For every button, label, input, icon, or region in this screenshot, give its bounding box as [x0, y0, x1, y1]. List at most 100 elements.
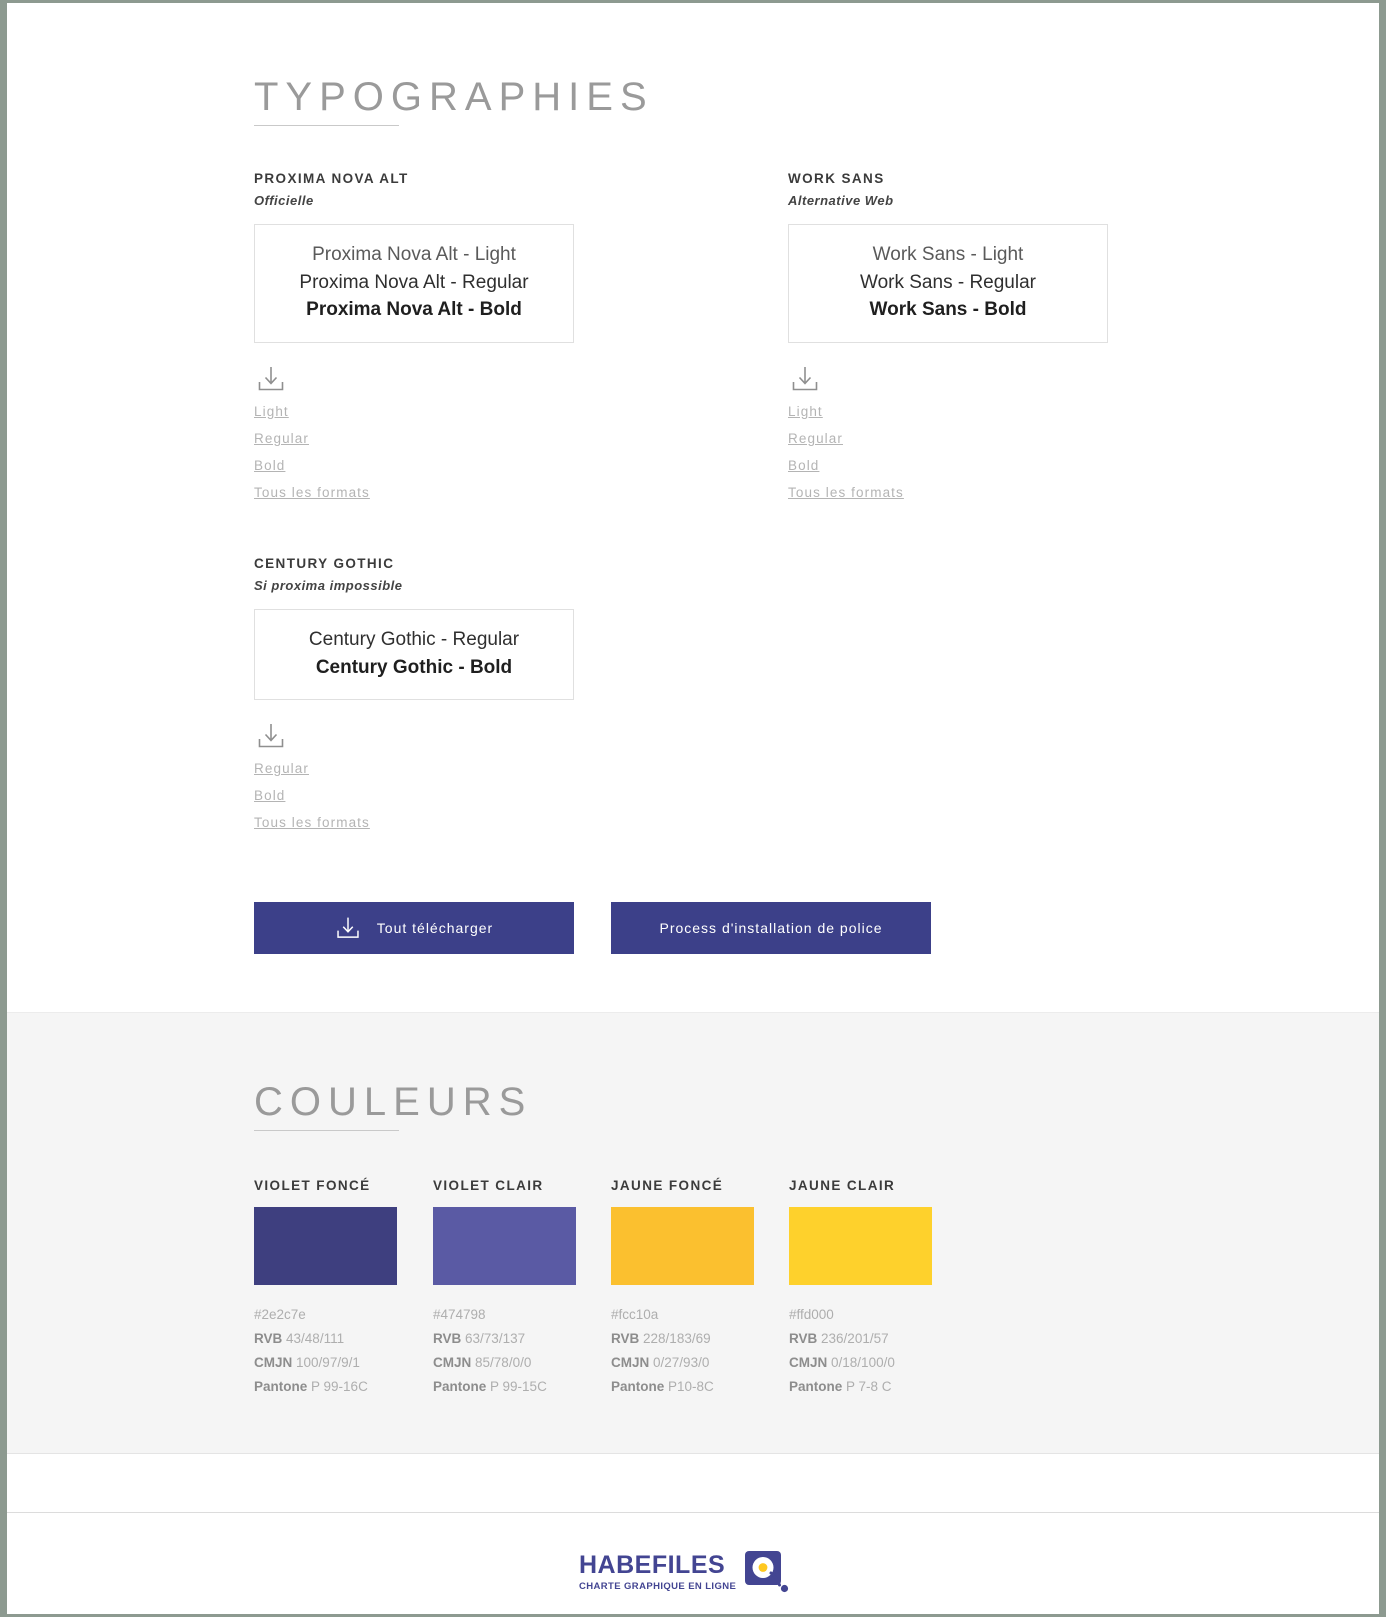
color-hex: #2e2c7e	[254, 1307, 306, 1322]
specimen-line-light: Proxima Nova Alt - Light	[312, 244, 516, 265]
download-link-light[interactable]: Light	[788, 404, 823, 419]
color-rvb-label: RVB	[789, 1331, 818, 1346]
color-swatch-violet-fonce: VIOLET FONCÉ #2e2c7e RVB 43/48/111 CMJN …	[254, 1178, 429, 1403]
color-meta-list: #ffd000 RVB 236/201/57 CMJN 0/18/100/0 P…	[789, 1307, 964, 1394]
habefiles-logo-mark-icon	[745, 1551, 789, 1593]
color-name: VIOLET FONCÉ	[254, 1178, 371, 1193]
logo-word: HABEFILES	[579, 1550, 726, 1579]
font-name: WORK SANS	[788, 171, 885, 186]
font-name: CENTURY GOTHIC	[254, 556, 395, 571]
color-pantone-label: Pantone	[433, 1379, 487, 1394]
color-cmjn-label: CMJN	[611, 1355, 650, 1370]
download-icon[interactable]	[256, 722, 286, 750]
color-meta-list: #474798 RVB 63/73/137 CMJN 85/78/0/0 Pan…	[433, 1307, 608, 1394]
download-all-button[interactable]: Tout télécharger	[254, 902, 574, 954]
color-rvb-value: 63/73/137	[465, 1331, 526, 1346]
font-block-century-gothic: CENTURY GOTHIC Si proxima impossible Cen…	[254, 556, 574, 841]
color-chip	[254, 1207, 397, 1285]
download-links-list: Light Regular Bold Tous les formats	[254, 403, 574, 502]
font-block-work-sans: WORK SANS Alternative Web Work Sans - Li…	[788, 171, 1108, 511]
specimen-line-regular: Proxima Nova Alt - Regular	[299, 271, 529, 293]
download-link-bold[interactable]: Bold	[254, 458, 285, 473]
footer-divider	[7, 1512, 1379, 1513]
color-chip	[433, 1207, 576, 1285]
specimen-line-light: Work Sans - Light	[872, 244, 1024, 265]
color-cmjn-value: 0/18/100/0	[831, 1355, 895, 1370]
color-chip	[789, 1207, 932, 1285]
color-pantone-value: P 7-8 C	[846, 1379, 892, 1394]
logo-tagline: CHARTE GRAPHIQUE EN LIGNE	[579, 1580, 737, 1592]
color-name: JAUNE FONCÉ	[611, 1178, 724, 1193]
color-rvb-label: RVB	[254, 1331, 283, 1346]
color-cmjn-label: CMJN	[254, 1355, 293, 1370]
color-pantone-value: P10-8C	[668, 1379, 714, 1394]
color-chip	[611, 1207, 754, 1285]
font-subtitle: Alternative Web	[788, 193, 894, 208]
typographies-section: TYPOGRAPHIES PROXIMA NOVA ALT Officielle…	[7, 3, 1379, 1012]
color-rvb-label: RVB	[611, 1331, 640, 1346]
color-cmjn-label: CMJN	[789, 1355, 828, 1370]
color-rvb-value: 236/201/57	[821, 1331, 889, 1346]
color-hex: #ffd000	[789, 1307, 834, 1322]
download-link-light[interactable]: Light	[254, 404, 289, 419]
color-hex: #fcc10a	[611, 1307, 659, 1322]
couleurs-section: COULEURS VIOLET FONCÉ #2e2c7e RVB 43/48/…	[7, 1012, 1379, 1454]
specimen-line-bold: Work Sans - Bold	[869, 299, 1027, 321]
color-pantone-label: Pantone	[611, 1379, 665, 1394]
page-title-typographies: TYPOGRAPHIES	[254, 74, 654, 119]
page-frame: TYPOGRAPHIES PROXIMA NOVA ALT Officielle…	[0, 0, 1386, 1617]
color-pantone-value: P 99-15C	[490, 1379, 547, 1394]
specimen-line-regular: Work Sans - Regular	[860, 271, 1036, 293]
color-rvb-value: 228/183/69	[643, 1331, 711, 1346]
color-swatch-jaune-fonce: JAUNE FONCÉ #fcc10a RVB 228/183/69 CMJN …	[611, 1178, 786, 1403]
font-block-proxima-nova-alt: PROXIMA NOVA ALT Officielle Proxima Nova…	[254, 171, 574, 511]
font-specimen-box: Work Sans - Light Work Sans - Regular Wo…	[788, 224, 1108, 343]
download-link-regular[interactable]: Regular	[254, 761, 309, 776]
title-underline-couleurs	[254, 1130, 399, 1131]
title-underline-typographies	[254, 125, 399, 126]
download-link-all-formats[interactable]: Tous les formats	[788, 485, 904, 500]
specimen-line-regular: Century Gothic - Regular	[308, 629, 520, 650]
download-icon[interactable]	[790, 365, 820, 393]
download-icon[interactable]	[256, 365, 286, 393]
font-name: PROXIMA NOVA ALT	[254, 171, 409, 186]
color-pantone-label: Pantone	[789, 1379, 843, 1394]
download-link-regular[interactable]: Regular	[254, 431, 309, 446]
font-specimen-box: Proxima Nova Alt - Light Proxima Nova Al…	[254, 224, 574, 343]
install-process-button[interactable]: Process d'installation de police	[611, 902, 931, 954]
color-swatch-jaune-clair: JAUNE CLAIR #ffd000 RVB 236/201/57 CMJN …	[789, 1178, 964, 1403]
download-links-list: Light Regular Bold Tous les formats	[788, 403, 1108, 502]
color-rvb-label: RVB	[433, 1331, 462, 1346]
color-name: VIOLET CLAIR	[433, 1178, 544, 1193]
font-subtitle: Officielle	[254, 193, 314, 208]
color-name: JAUNE CLAIR	[789, 1178, 896, 1193]
download-link-all-formats[interactable]: Tous les formats	[254, 815, 370, 830]
download-link-bold[interactable]: Bold	[788, 458, 819, 473]
color-pantone-label: Pantone	[254, 1379, 308, 1394]
specimen-line-bold: Century Gothic - Bold	[315, 656, 513, 678]
color-pantone-value: P 99-16C	[311, 1379, 368, 1394]
footer-logo[interactable]: HABEFILES CHARTE GRAPHIQUE EN LIGNE	[579, 1551, 789, 1593]
page-inner: TYPOGRAPHIES PROXIMA NOVA ALT Officielle…	[7, 3, 1379, 1614]
color-cmjn-value: 0/27/93/0	[653, 1355, 710, 1370]
download-link-bold[interactable]: Bold	[254, 788, 285, 803]
logo-wordmark: HABEFILES CHARTE GRAPHIQUE EN LIGNE	[579, 1550, 737, 1592]
color-swatch-violet-clair: VIOLET CLAIR #474798 RVB 63/73/137 CMJN …	[433, 1178, 608, 1403]
download-links-list: Regular Bold Tous les formats	[254, 760, 574, 832]
download-icon	[335, 915, 361, 941]
color-cmjn-value: 100/97/9/1	[296, 1355, 360, 1370]
download-link-regular[interactable]: Regular	[788, 431, 843, 446]
install-process-button-label: Process d'installation de police	[659, 920, 883, 936]
font-subtitle: Si proxima impossible	[254, 578, 403, 593]
color-cmjn-label: CMJN	[433, 1355, 472, 1370]
color-rvb-value: 43/48/111	[286, 1331, 345, 1346]
specimen-line-bold: Proxima Nova Alt - Bold	[306, 299, 522, 321]
color-meta-list: #fcc10a RVB 228/183/69 CMJN 0/27/93/0 Pa…	[611, 1307, 786, 1394]
download-all-button-label: Tout télécharger	[376, 920, 494, 936]
font-specimen-box: Century Gothic - Regular Century Gothic …	[254, 609, 574, 701]
download-link-all-formats[interactable]: Tous les formats	[254, 485, 370, 500]
color-meta-list: #2e2c7e RVB 43/48/111 CMJN 100/97/9/1 Pa…	[254, 1307, 429, 1394]
color-hex: #474798	[433, 1307, 486, 1322]
page-title-couleurs: COULEURS	[254, 1079, 533, 1124]
color-cmjn-value: 85/78/0/0	[475, 1355, 532, 1370]
